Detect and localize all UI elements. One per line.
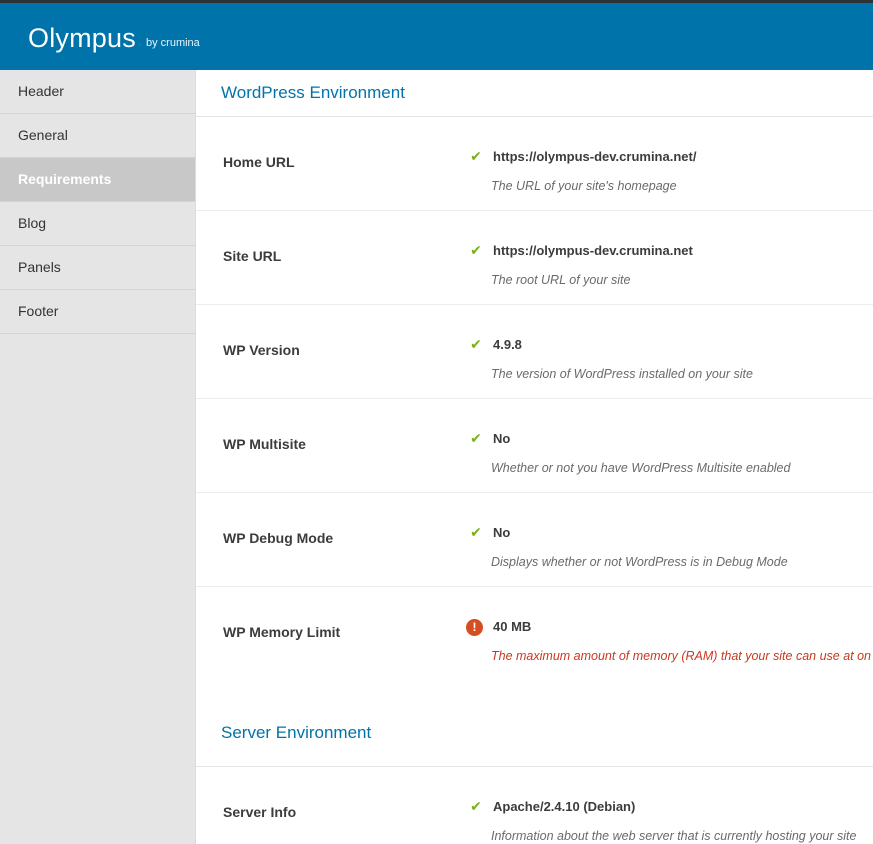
check-icon: ✔ (470, 148, 482, 164)
requirement-label: WP Memory Limit (223, 624, 341, 640)
requirement-label: Site URL (223, 248, 282, 264)
requirement-description: The version of WordPress installed on yo… (491, 367, 753, 381)
requirement-label: WP Multisite (223, 436, 306, 452)
requirement-label: Server Info (223, 804, 297, 820)
requirement-row: WP Debug Mode ✔ No Displays whether or n… (196, 493, 873, 587)
section-title-wordpress: WordPress Environment (196, 70, 873, 117)
requirement-description: The URL of your site's homepage (491, 179, 677, 193)
requirement-row: Site URL ✔ https://olympus-dev.crumina.n… (196, 211, 873, 305)
requirement-row: WP Memory Limit ! 40 MB The maximum amou… (196, 587, 873, 681)
requirement-row: WP Multisite ✔ No Whether or not you hav… (196, 399, 873, 493)
requirement-value: No (493, 525, 511, 540)
requirement-description: The maximum amount of memory (RAM) that … (491, 649, 871, 663)
app-header: Olympus by crumina (0, 3, 873, 70)
requirement-row: Home URL ✔ https://olympus-dev.crumina.n… (196, 117, 873, 211)
sidebar-item-requirements[interactable]: Requirements (0, 158, 195, 202)
requirement-description: Information about the web server that is… (491, 829, 857, 843)
requirement-description: The root URL of your site (491, 273, 631, 287)
requirement-label: WP Debug Mode (223, 530, 334, 546)
requirement-description: Whether or not you have WordPress Multis… (491, 461, 791, 475)
check-icon: ✔ (470, 798, 482, 814)
requirement-row: WP Version ✔ 4.9.8 The version of WordPr… (196, 305, 873, 399)
sidebar-item-header[interactable]: Header (0, 70, 195, 114)
requirement-label: WP Version (223, 342, 300, 358)
requirement-value: 40 MB (493, 619, 532, 634)
check-icon: ✔ (470, 430, 482, 446)
requirement-row: Server Info ✔ Apache/2.4.10 (Debian) Inf… (196, 767, 873, 844)
requirement-value: https://olympus-dev.crumina.net (493, 243, 693, 258)
requirement-value: No (493, 431, 511, 446)
check-icon: ✔ (470, 524, 482, 540)
requirement-value: Apache/2.4.10 (Debian) (493, 799, 636, 814)
main-content: WordPress Environment Home URL ✔ https:/… (196, 70, 873, 844)
sidebar-item-footer[interactable]: Footer (0, 290, 195, 334)
section-title-server: Server Environment (196, 705, 873, 767)
app-byline: by crumina (146, 37, 200, 49)
sidebar-item-panels[interactable]: Panels (0, 246, 195, 290)
app-title: Olympus (28, 23, 136, 53)
sidebar-item-general[interactable]: General (0, 114, 195, 158)
requirement-label: Home URL (223, 154, 295, 170)
requirement-value: 4.9.8 (493, 337, 522, 352)
requirement-description: Displays whether or not WordPress is in … (491, 555, 788, 569)
sidebar: Header General Requirements Blog Panels … (0, 70, 196, 844)
sidebar-item-blog[interactable]: Blog (0, 202, 195, 246)
check-icon: ✔ (470, 336, 482, 352)
check-icon: ✔ (470, 242, 482, 258)
requirement-value: https://olympus-dev.crumina.net/ (493, 149, 697, 164)
warning-icon: ! (466, 619, 483, 636)
